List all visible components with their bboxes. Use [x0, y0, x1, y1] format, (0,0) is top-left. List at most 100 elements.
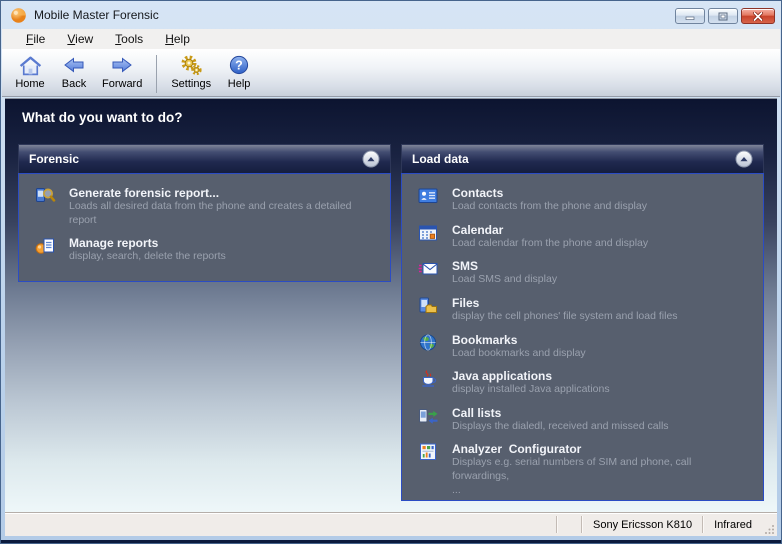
- back-button[interactable]: Back: [52, 53, 96, 90]
- app-logo-icon: [10, 7, 27, 24]
- item-text: Contacts Load contacts from the phone an…: [452, 186, 647, 214]
- load-data-panel-body: Contacts Load contacts from the phone an…: [401, 173, 764, 501]
- item-text: Generate forensic report... Loads all de…: [69, 186, 378, 227]
- home-label: Home: [14, 78, 46, 90]
- item-text: Files display the cell phones' file syst…: [452, 296, 678, 324]
- item-title[interactable]: Bookmarks: [452, 333, 586, 347]
- item-text: Bookmarks Load bookmarks and display: [452, 333, 586, 361]
- forward-arrow-icon: [102, 53, 142, 77]
- item-title[interactable]: Call lists: [452, 406, 669, 420]
- item-java-applications[interactable]: Java applications display installed Java…: [408, 365, 757, 402]
- item-title[interactable]: Files: [452, 296, 678, 310]
- item-generate-forensic-report[interactable]: Generate forensic report... Loads all de…: [25, 182, 384, 232]
- gears-icon: [171, 53, 211, 77]
- item-subtitle: Load bookmarks and display: [452, 347, 586, 361]
- statusbar-divider: [556, 516, 558, 533]
- menu-view[interactable]: View: [56, 30, 104, 48]
- help-icon: ?: [223, 53, 255, 77]
- window-title: Mobile Master Forensic: [34, 8, 159, 22]
- menu-tools[interactable]: Tools: [104, 30, 154, 48]
- java-icon: [416, 369, 440, 397]
- item-subtitle: display the cell phones' file system and…: [452, 310, 678, 324]
- item-text: Java applications display installed Java…: [452, 369, 610, 397]
- statusbar: Sony Ericsson K810 Infrared: [5, 512, 777, 536]
- minimize-icon: [685, 12, 695, 20]
- resize-grip[interactable]: [762, 513, 777, 536]
- close-button[interactable]: [741, 8, 775, 24]
- item-files[interactable]: Files display the cell phones' file syst…: [408, 292, 757, 329]
- item-title[interactable]: Contacts: [452, 186, 647, 200]
- item-text: Calendar Load calendar from the phone an…: [452, 223, 648, 251]
- item-subtitle: display, search, delete the reports: [69, 250, 226, 264]
- settings-button[interactable]: Settings: [165, 53, 217, 90]
- bookmarks-icon: [416, 333, 440, 361]
- forensic-panel-header[interactable]: Forensic: [18, 144, 391, 173]
- forensic-report-icon: [33, 186, 57, 227]
- app-window: Mobile Master Forensic File View Tools H…: [0, 0, 782, 544]
- close-icon: [753, 12, 763, 21]
- minimize-button[interactable]: [675, 8, 705, 24]
- help-label: Help: [223, 78, 255, 90]
- menu-file[interactable]: File: [15, 30, 56, 48]
- status-connection: Infrared: [704, 519, 762, 531]
- item-subtitle: Load contacts from the phone and display: [452, 200, 647, 214]
- main-content: What do you want to do? Forensic: [5, 98, 777, 512]
- item-subtitle: Load calendar from the phone and display: [452, 237, 648, 251]
- item-sms[interactable]: SMS Load SMS and display: [408, 255, 757, 292]
- item-text: Analyzer Configurator Displays e.g. seri…: [452, 442, 751, 497]
- item-subtitle: Displays e.g. serial numbers of SIM and …: [452, 456, 751, 497]
- window-bottom-edge: [1, 540, 781, 543]
- window-controls: [675, 6, 775, 24]
- collapse-up-icon[interactable]: [735, 150, 753, 168]
- item-title[interactable]: Java applications: [452, 369, 610, 383]
- settings-label: Settings: [171, 78, 211, 90]
- item-text: SMS Load SMS and display: [452, 259, 557, 287]
- item-subtitle: Load SMS and display: [452, 273, 557, 287]
- load-data-panel-header[interactable]: Load data: [401, 144, 764, 173]
- item-calendar[interactable]: Calendar Load calendar from the phone an…: [408, 219, 757, 256]
- resize-grip-icon: [765, 524, 775, 534]
- titlebar[interactable]: Mobile Master Forensic: [1, 1, 781, 29]
- toolbar-separator: [156, 55, 157, 93]
- item-subtitle: Loads all desired data from the phone an…: [69, 200, 378, 227]
- item-manage-reports[interactable]: Manage reports display, search, delete t…: [25, 232, 384, 269]
- calendar-icon: [416, 223, 440, 251]
- help-button[interactable]: ? Help: [217, 53, 261, 90]
- forward-button[interactable]: Forward: [96, 53, 148, 90]
- contacts-icon: [416, 186, 440, 214]
- item-title[interactable]: SMS: [452, 259, 557, 273]
- item-title[interactable]: Manage reports: [69, 236, 226, 250]
- analyzer-icon: [416, 442, 440, 497]
- home-icon: [14, 53, 46, 77]
- forensic-panel: Forensic: [18, 144, 391, 282]
- load-data-panel-title: Load data: [412, 152, 469, 166]
- item-call-lists[interactable]: Call lists Displays the dialedl, receive…: [408, 402, 757, 439]
- back-arrow-icon: [58, 53, 90, 77]
- item-title[interactable]: Generate forensic report...: [69, 186, 378, 200]
- toolbar: Home Back Forward: [2, 49, 780, 97]
- item-bookmarks[interactable]: Bookmarks Load bookmarks and display: [408, 329, 757, 366]
- panels-row: Forensic: [5, 137, 777, 501]
- item-analyzer-configurator[interactable]: Analyzer Configurator Displays e.g. seri…: [408, 438, 757, 502]
- manage-reports-icon: [33, 236, 57, 264]
- forensic-panel-title: Forensic: [29, 152, 79, 166]
- call-lists-icon: [416, 406, 440, 434]
- collapse-up-icon[interactable]: [362, 150, 380, 168]
- home-button[interactable]: Home: [8, 53, 52, 90]
- maximize-button[interactable]: [708, 8, 738, 24]
- svg-text:?: ?: [235, 58, 243, 72]
- item-contacts[interactable]: Contacts Load contacts from the phone an…: [408, 182, 757, 219]
- sms-icon: [416, 259, 440, 287]
- forensic-panel-body: Generate forensic report... Loads all de…: [18, 173, 391, 282]
- menubar: File View Tools Help: [2, 29, 780, 49]
- item-title[interactable]: Calendar: [452, 223, 648, 237]
- back-label: Back: [58, 78, 90, 90]
- forward-label: Forward: [102, 78, 142, 90]
- item-subtitle: Displays the dialedl, received and misse…: [452, 420, 669, 434]
- item-title[interactable]: Analyzer Configurator: [452, 442, 751, 456]
- load-data-panel: Load data: [401, 144, 764, 501]
- status-device: Sony Ericsson K810: [583, 519, 702, 531]
- maximize-icon: [718, 12, 728, 21]
- menu-help[interactable]: Help: [154, 30, 201, 48]
- files-icon: [416, 296, 440, 324]
